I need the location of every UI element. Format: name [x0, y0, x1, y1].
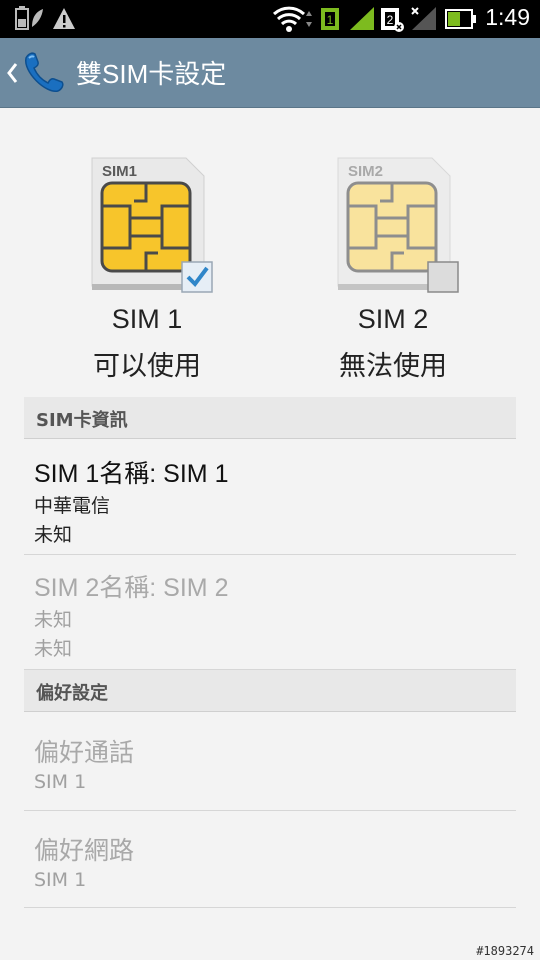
preferred-network-title: 偏好網路	[34, 837, 135, 865]
phone-icon[interactable]	[18, 48, 68, 98]
sim1-checkbox[interactable]	[181, 261, 213, 293]
section-header-label: SIM卡資訊	[36, 410, 128, 431]
sim1-operator: 中華電信	[34, 495, 111, 517]
sim2-info-title: SIM 2名稱: SIM 2	[34, 574, 229, 602]
sim2-name: SIM 2	[357, 304, 429, 334]
sim1-status: 可以使用	[93, 351, 201, 382]
battery-icon	[445, 9, 476, 29]
sim2-card[interactable]: SIM2	[334, 156, 464, 296]
wifi-icon	[272, 6, 312, 32]
preferred-call-summary: SIM 1	[34, 771, 87, 793]
preferred-network-summary: SIM 1	[34, 869, 87, 891]
preferred-call-title: 偏好通話	[34, 739, 135, 767]
sim1-card-label: SIM1	[102, 163, 137, 180]
action-bar: 雙SIM卡設定	[0, 38, 540, 108]
sim1-number: 未知	[34, 524, 73, 546]
section-header-sim-info: SIM卡資訊	[24, 397, 516, 439]
watermark: #1893274	[476, 944, 534, 958]
sim2-card-label: SIM2	[348, 163, 383, 180]
section-header-label: 偏好設定	[36, 683, 108, 704]
warning-icon	[53, 8, 75, 29]
sim2-no-signal-icon: 2	[381, 7, 436, 32]
battery-saver-icon	[15, 6, 43, 30]
sim2-info-item: SIM 2名稱: SIM 2 未知 未知	[24, 555, 516, 670]
sim1-signal-icon: 1	[321, 7, 374, 30]
svg-text:2: 2	[387, 13, 394, 27]
sim1-info-title: SIM 1名稱: SIM 1	[34, 460, 229, 488]
page-title: 雙SIM卡設定	[76, 59, 227, 89]
preferred-network-item[interactable]: 偏好網路 SIM 1	[24, 811, 516, 908]
svg-text:1: 1	[327, 13, 334, 27]
preferred-call-item[interactable]: 偏好通話 SIM 1	[24, 713, 516, 811]
section-header-preferences: 偏好設定	[24, 670, 516, 712]
sim2-checkbox[interactable]	[427, 261, 459, 293]
status-bar: 1 2 1:49	[0, 0, 540, 38]
sim2-number: 未知	[34, 638, 73, 660]
sim1-info-item[interactable]: SIM 1名稱: SIM 1 中華電信 未知	[24, 440, 516, 555]
sim1-name: SIM 1	[111, 304, 183, 334]
sim2-status: 無法使用	[339, 351, 447, 382]
sim1-card[interactable]: SIM1	[88, 156, 218, 296]
sim2-operator: 未知	[34, 609, 73, 631]
clock: 1:49	[485, 4, 530, 30]
